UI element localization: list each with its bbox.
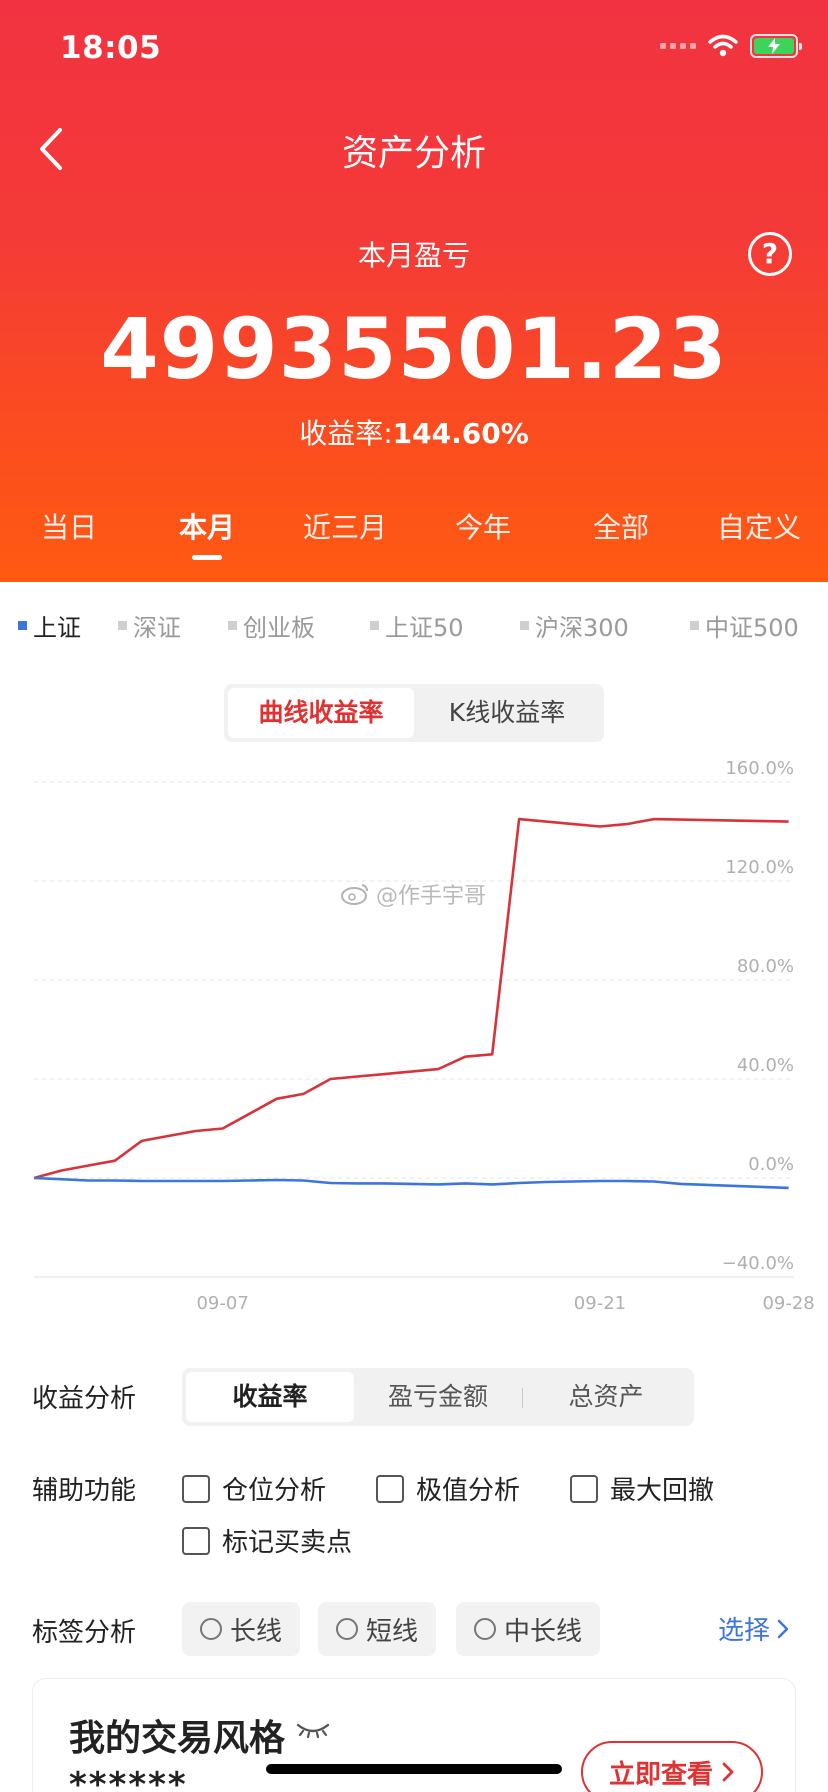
curve-yield-option[interactable]: 曲线收益率 — [228, 688, 414, 738]
x-tick-label: 09-21 — [574, 1293, 626, 1314]
legend-swatch — [18, 621, 27, 630]
index-label: 创业板 — [243, 614, 315, 642]
checkbox[interactable] — [182, 1526, 210, 1555]
profit-analysis-label: 收益分析 — [32, 1384, 137, 1414]
checkbox[interactable] — [376, 1474, 404, 1503]
legend-swatch — [690, 621, 699, 630]
watermark-text: @作手宇哥 — [376, 884, 487, 909]
trading-style-title: 我的交易风格 — [69, 1718, 286, 1759]
status-icons — [660, 34, 802, 58]
index-cyb[interactable]: 创业板 — [228, 608, 315, 643]
trading-style-card: 我的交易风格 ****** 立即查看 — [32, 1678, 796, 1792]
index-label: 深证 — [133, 614, 181, 642]
weibo-icon — [341, 884, 368, 905]
yield-rate: 收益率:144.60% — [0, 412, 828, 452]
segment-divider — [522, 1388, 523, 1408]
legend-swatch — [118, 621, 127, 630]
watermark: @作手宇哥 — [340, 878, 486, 910]
profit-yield-option[interactable]: 收益率 — [186, 1372, 354, 1422]
index-label: 沪深300 — [535, 614, 629, 642]
total-assets-option[interactable]: 总资产 — [522, 1372, 690, 1422]
month-pnl-label: 本月盈亏 — [357, 239, 470, 272]
yield-chart-svg: 160.0% 120.0% 80.0% 40.0% 0.0% −40.0% 09-07 09-… — [33, 758, 815, 1314]
legend-swatch — [520, 621, 529, 630]
x-tick-label: 09-07 — [196, 1293, 248, 1314]
y-tick-label: 0.0% — [748, 1154, 794, 1175]
tag-label: 短线 — [366, 1616, 419, 1647]
radio-icon — [474, 1618, 496, 1640]
tab-all[interactable]: 全部 — [552, 506, 690, 562]
yield-value: 144.60% — [392, 417, 529, 450]
tag-short[interactable]: 短线 — [318, 1602, 437, 1656]
status-time: 18:05 — [60, 30, 162, 66]
checkbox[interactable] — [570, 1474, 598, 1503]
kline-yield-option[interactable]: K线收益率 — [414, 688, 600, 738]
profit-amount-option[interactable]: 盈亏金额 — [354, 1372, 522, 1422]
tab-this-month[interactable]: 本月 — [138, 506, 276, 562]
y-tick-label: 160.0% — [725, 758, 794, 779]
extreme-analysis-checkbox[interactable]: 极值分析 — [376, 1470, 520, 1507]
position-analysis-checkbox[interactable]: 仓位分析 — [182, 1470, 326, 1507]
checkbox-label: 标记买卖点 — [222, 1528, 353, 1558]
tab-custom[interactable]: 自定义 — [690, 506, 828, 562]
radio-icon — [200, 1618, 222, 1640]
select-label: 选择 — [717, 1616, 770, 1646]
tab-this-year[interactable]: 今年 — [414, 506, 552, 562]
checkbox[interactable] — [182, 1474, 210, 1503]
chevron-right-icon — [777, 1619, 789, 1638]
summary-header: 18:05 资产分析 本月盈亏 ? 49935501.23 收益率:144.60… — [0, 0, 828, 582]
index-sz[interactable]: 深证 — [118, 608, 181, 643]
aux-functions-label: 辅助功能 — [32, 1476, 137, 1506]
wifi-icon — [708, 34, 738, 57]
index-hs300[interactable]: 沪深300 — [520, 608, 629, 643]
total-assets-label: 总资产 — [568, 1382, 644, 1411]
yield-chart: 160.0% 120.0% 80.0% 40.0% 0.0% −40.0% 09-07 09-… — [0, 740, 828, 1320]
tab-three-months[interactable]: 近三月 — [276, 506, 414, 562]
y-tick-label: 80.0% — [737, 956, 794, 977]
tab-today[interactable]: 当日 — [0, 506, 138, 562]
battery-icon — [750, 34, 802, 58]
y-tick-label: 40.0% — [737, 1055, 794, 1076]
yield-label: 收益率: — [299, 417, 393, 450]
pnl-amount: 49935501.23 — [100, 300, 728, 398]
x-tick-label: 09-28 — [762, 1293, 814, 1314]
tag-long[interactable]: 长线 — [182, 1602, 301, 1656]
help-icon[interactable]: ? — [748, 232, 792, 276]
legend-swatch — [370, 621, 379, 630]
checkbox-label: 仓位分析 — [222, 1476, 327, 1506]
index-label: 中证500 — [705, 614, 799, 642]
portfolio-yield-line — [33, 817, 789, 1180]
checkbox-label: 极值分析 — [416, 1476, 521, 1506]
tag-analysis-label: 标签分析 — [32, 1618, 137, 1648]
tag-label: 长线 — [230, 1616, 283, 1647]
y-tick-label: 120.0% — [725, 857, 794, 878]
signal-icon — [660, 43, 696, 49]
profit-analysis-toggle: 收益率 盈亏金额 总资产 — [182, 1368, 694, 1426]
legend-swatch — [228, 621, 237, 630]
y-tick-label: −40.0% — [722, 1253, 794, 1274]
index-zz500[interactable]: 中证500 — [690, 608, 799, 643]
eye-closed-icon[interactable] — [295, 1719, 331, 1739]
checkbox-label: 最大回撤 — [610, 1476, 715, 1506]
trading-style-masked: ****** — [69, 1765, 188, 1792]
chart-mode-toggle: 曲线收益率 K线收益率 — [224, 684, 604, 742]
view-now-label: 立即查看 — [608, 1759, 713, 1790]
index-label: 上证 — [33, 614, 81, 642]
index-label: 上证50 — [385, 614, 464, 642]
home-indicator — [266, 1764, 562, 1774]
radio-icon — [336, 1618, 358, 1640]
view-now-button[interactable]: 立即查看 — [581, 1741, 763, 1792]
tag-label: 中长线 — [504, 1616, 583, 1647]
select-tags-link[interactable]: 选择 — [718, 1610, 790, 1647]
max-drawdown-checkbox[interactable]: 最大回撤 — [570, 1470, 714, 1507]
index-sz50[interactable]: 上证50 — [370, 608, 464, 643]
tag-mid-long[interactable]: 中长线 — [456, 1602, 601, 1656]
mark-trades-checkbox[interactable]: 标记买卖点 — [182, 1522, 352, 1559]
index-selector: 上证 深证 创业板 上证50 沪深300 中证500 — [0, 608, 828, 648]
index-sh[interactable]: 上证 — [18, 608, 81, 643]
chevron-right-icon — [722, 1762, 734, 1782]
index-yield-line — [33, 1176, 789, 1190]
period-tabs: 当日 本月 近三月 今年 全部 自定义 — [0, 506, 828, 562]
page-title: 资产分析 — [341, 133, 486, 174]
